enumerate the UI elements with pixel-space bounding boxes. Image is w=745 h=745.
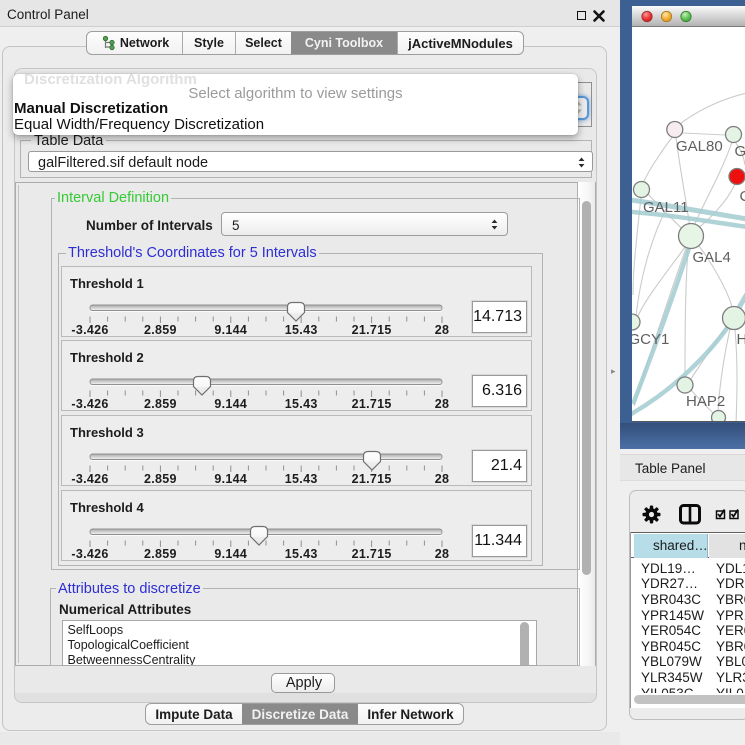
svg-text:21.715: 21.715 [352,472,392,485]
svg-text:21.715: 21.715 [352,323,392,336]
svg-text:2.859: 2.859 [144,547,177,560]
svg-text:GAL4: GAL4 [693,249,731,266]
svg-text:2.859: 2.859 [144,323,177,336]
svg-text:GAL80: GAL80 [676,138,723,155]
svg-text:-3.426: -3.426 [71,547,108,560]
svg-text:-3.426: -3.426 [71,323,108,336]
svg-text:28: 28 [435,547,450,560]
svg-text:28: 28 [435,472,450,485]
svg-text:9.144: 9.144 [214,547,247,560]
svg-text:28: 28 [435,323,450,336]
svg-text:15.43: 15.43 [285,323,318,336]
svg-text:HA: HA [737,331,745,348]
svg-text:9.144: 9.144 [214,397,247,410]
svg-text:15.43: 15.43 [285,472,318,485]
svg-text:-3.426: -3.426 [71,472,108,485]
svg-text:28: 28 [435,397,450,410]
svg-text:GCY1: GCY1 [632,331,669,348]
svg-text:21.715: 21.715 [352,547,392,560]
svg-text:GA: GA [735,143,745,160]
svg-text:CY: CY [740,188,745,205]
svg-text:9.144: 9.144 [214,323,247,336]
svg-text:15.43: 15.43 [285,397,318,410]
svg-text:15.43: 15.43 [285,547,318,560]
svg-text:HAP2: HAP2 [686,393,725,410]
svg-text:21.715: 21.715 [352,397,392,410]
svg-text:2.859: 2.859 [144,397,177,410]
svg-text:GAL11: GAL11 [643,199,689,216]
svg-text:-3.426: -3.426 [71,397,108,410]
svg-text:2.859: 2.859 [144,472,177,485]
svg-text:9.144: 9.144 [214,472,247,485]
